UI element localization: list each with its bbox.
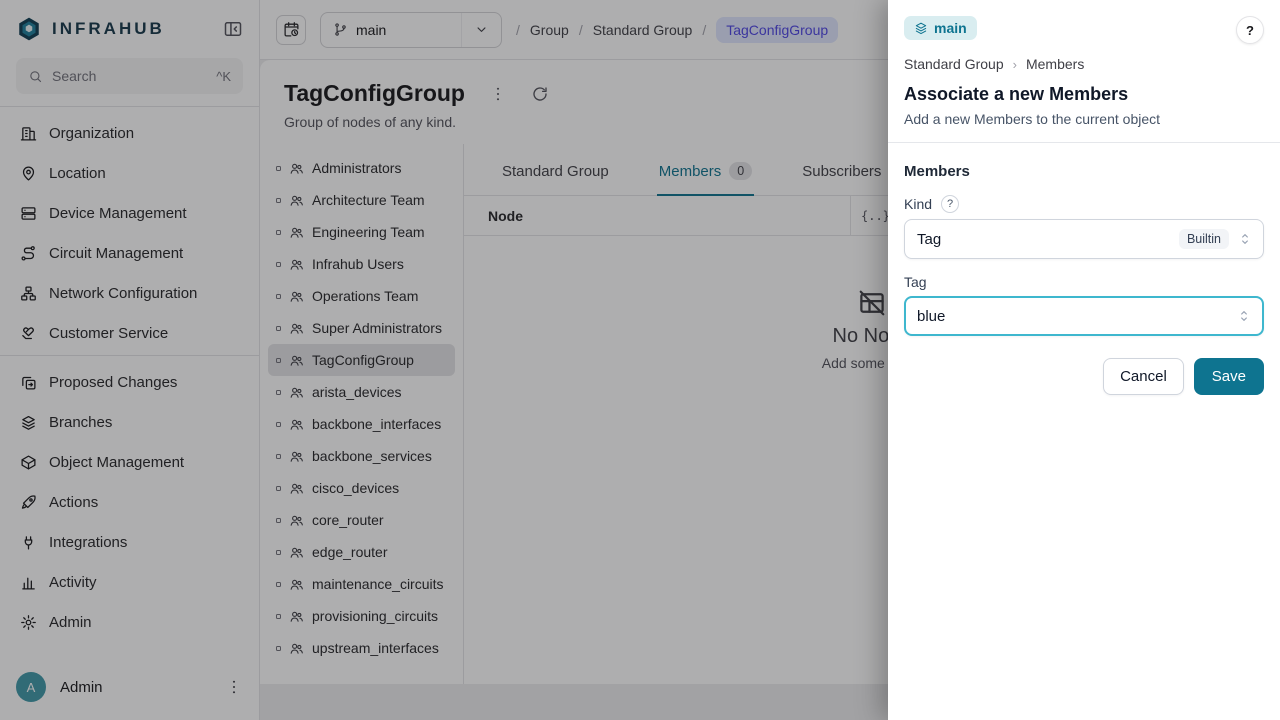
drawer-divider bbox=[888, 142, 1280, 143]
associate-members-form: Members Kind ? Tag Builtin Tag blue Canc… bbox=[904, 163, 1264, 395]
drawer-subtitle: Add a new Members to the current object bbox=[904, 111, 1264, 127]
chevron-right-icon: › bbox=[1013, 57, 1017, 72]
tag-select[interactable]: blue bbox=[904, 296, 1264, 336]
branch-badge: main bbox=[904, 16, 977, 40]
form-section-label: Members bbox=[904, 163, 1264, 180]
chevrons-up-down-icon bbox=[1237, 231, 1253, 247]
cancel-button[interactable]: Cancel bbox=[1103, 358, 1184, 395]
tag-select-value: blue bbox=[917, 308, 1228, 325]
drawer-breadcrumb-item[interactable]: Standard Group bbox=[904, 56, 1004, 72]
drawer-title: Associate a new Members bbox=[904, 84, 1264, 105]
save-button[interactable]: Save bbox=[1194, 358, 1264, 395]
builtin-badge: Builtin bbox=[1179, 229, 1229, 249]
layers-icon bbox=[914, 21, 928, 35]
kind-select[interactable]: Tag Builtin bbox=[904, 219, 1264, 259]
help-button[interactable]: ? bbox=[1236, 16, 1264, 44]
kind-select-value: Tag bbox=[917, 231, 1171, 248]
branch-badge-label: main bbox=[934, 20, 967, 36]
associate-members-drawer: main ? Standard Group › Members Associat… bbox=[888, 0, 1280, 720]
kind-help-icon[interactable]: ? bbox=[941, 195, 959, 213]
tag-field-label: Tag bbox=[904, 274, 927, 290]
drawer-breadcrumb-item[interactable]: Members bbox=[1026, 56, 1084, 72]
drawer-breadcrumb: Standard Group › Members bbox=[904, 56, 1264, 72]
kind-field-label: Kind bbox=[904, 196, 932, 212]
chevrons-up-down-icon bbox=[1236, 308, 1252, 324]
